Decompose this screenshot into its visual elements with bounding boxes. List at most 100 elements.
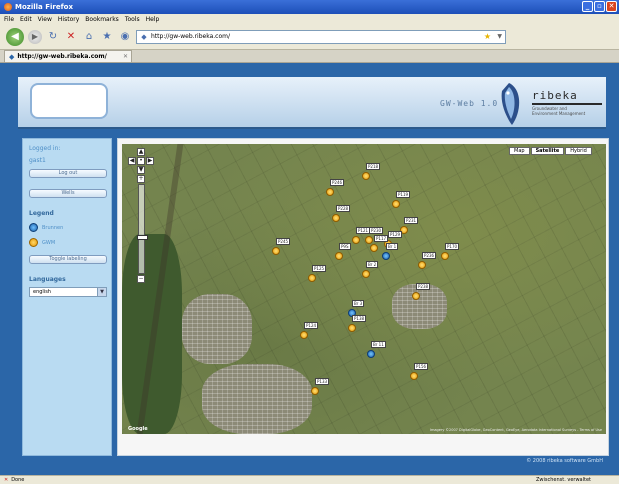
map-marker[interactable] xyxy=(382,252,390,260)
back-button[interactable]: ◀ xyxy=(6,27,24,46)
bookmark-star-icon[interactable]: ★ xyxy=(484,32,491,41)
menu-history[interactable]: History xyxy=(58,16,79,23)
map-marker-label: P245 xyxy=(276,238,291,245)
map-marker-label: Br 1 xyxy=(386,243,399,250)
orange-circle-icon xyxy=(29,238,38,247)
forward-button[interactable]: ▶ xyxy=(28,29,42,44)
satellite-map[interactable]: ▲ ◀ • ▶ ▼ + − Map Satellite Hybrid P218 P… xyxy=(122,144,606,434)
map-marker[interactable] xyxy=(300,331,308,339)
map-type-hybrid-button[interactable]: Hybrid xyxy=(565,147,592,155)
pan-up-button[interactable]: ▲ xyxy=(137,148,145,156)
map-marker[interactable] xyxy=(332,214,340,222)
language-select[interactable]: english ▼ xyxy=(29,287,107,297)
menu-edit[interactable]: Edit xyxy=(20,16,32,23)
map-marker[interactable] xyxy=(311,387,319,395)
pan-left-button[interactable]: ◀ xyxy=(128,157,136,165)
menu-tools[interactable]: Tools xyxy=(125,16,140,23)
map-marker[interactable] xyxy=(412,292,420,300)
map-marker[interactable] xyxy=(308,274,316,282)
url-text: http://gw-web.ribeka.com/ xyxy=(151,33,230,40)
sidebar: Logged in: gast1 Log out Wells Legend Br… xyxy=(22,138,112,456)
window-controls: _ ▫ ✕ xyxy=(582,1,617,12)
map-marker[interactable] xyxy=(362,172,370,180)
map-marker-label: P236 xyxy=(422,252,437,259)
map-marker-label: P124 xyxy=(304,322,319,329)
logout-button[interactable]: Log out xyxy=(29,169,107,178)
map-marker-label: P170 xyxy=(445,243,460,250)
tab-bar: ◆ http://gw-web.ribeka.com/ ✕ xyxy=(0,50,619,63)
map-marker-label: P125 xyxy=(312,265,327,272)
map-marker[interactable] xyxy=(392,200,400,208)
map-type-satellite-button[interactable]: Satellite xyxy=(530,147,565,155)
map-copyright: Imagery ©2007 DigitalGlobe, GeoContent, … xyxy=(429,428,602,432)
logo-box xyxy=(30,83,108,119)
wells-button[interactable]: Wells xyxy=(29,189,107,198)
legend-heading: Legend xyxy=(29,210,54,217)
map-marker[interactable] xyxy=(441,252,449,260)
map-marker[interactable] xyxy=(348,324,356,332)
chevron-down-icon[interactable]: ▼ xyxy=(97,288,106,296)
language-value: english xyxy=(33,289,51,295)
map-marker-label: Br 2 xyxy=(366,261,379,268)
zoom-slider[interactable] xyxy=(137,184,148,274)
menu-bar: File Edit View History Bookmarks Tools H… xyxy=(0,14,619,24)
status-icon: ✕ xyxy=(4,477,9,483)
map-village-area xyxy=(182,294,252,364)
site-icon: ◆ xyxy=(141,32,147,41)
map-marker[interactable] xyxy=(370,244,378,252)
zoom-slider-thumb[interactable] xyxy=(137,235,148,240)
url-dropdown-icon[interactable]: ▼ xyxy=(497,33,502,40)
pan-right-button[interactable]: ▶ xyxy=(146,157,154,165)
map-marker[interactable] xyxy=(367,350,375,358)
status-right-text: Zwischenst. verwaltet xyxy=(535,477,591,483)
legend-label: Brunnen xyxy=(42,224,64,231)
maximize-button[interactable]: ▫ xyxy=(594,1,605,12)
page-header: GW-Web 1.0 ribeka Groundwater and Enviro… xyxy=(18,77,606,129)
pan-down-button[interactable]: ▼ xyxy=(137,166,145,174)
map-type-switcher: Map Satellite Hybrid xyxy=(509,147,592,155)
status-bar: ✕ Done Zwischenst. verwaltet xyxy=(0,475,619,484)
map-marker-label: P230 xyxy=(369,227,384,234)
toggle-labeling-button[interactable]: Toggle labeling xyxy=(29,255,107,264)
url-bar[interactable]: ◆ http://gw-web.ribeka.com/ ★ ▼ xyxy=(136,29,506,44)
reload-icon[interactable]: ↻ xyxy=(46,30,60,44)
stop-icon[interactable]: ✕ xyxy=(64,30,78,44)
brand-underline xyxy=(532,103,602,105)
map-marker[interactable] xyxy=(362,270,370,278)
pan-center-button[interactable]: • xyxy=(137,157,145,165)
map-marker[interactable] xyxy=(352,236,360,244)
blue-circle-icon xyxy=(29,223,38,232)
map-marker[interactable] xyxy=(418,261,426,269)
map-marker-label: P133 xyxy=(315,378,330,385)
minimize-button[interactable]: _ xyxy=(582,1,593,12)
menu-file[interactable]: File xyxy=(4,16,14,23)
zoom-out-button[interactable]: − xyxy=(137,275,145,283)
menu-help[interactable]: Help xyxy=(146,16,160,23)
tab-close-icon[interactable]: ✕ xyxy=(123,53,128,60)
menu-bookmarks[interactable]: Bookmarks xyxy=(85,16,119,23)
go-icon[interactable]: ◉ xyxy=(118,30,132,44)
legend-label: GWM xyxy=(42,239,56,246)
map-type-map-button[interactable]: Map xyxy=(509,147,530,155)
page-footer: © 2008 ribeka software GmbH xyxy=(117,456,609,466)
bookmark-add-icon[interactable]: ★ xyxy=(100,30,114,44)
product-name: GW-Web 1.0 xyxy=(440,99,499,108)
map-marker-label: P218 xyxy=(366,163,381,170)
map-marker-label: P238 xyxy=(416,283,431,290)
map-marker-label: P117 xyxy=(374,235,389,242)
username: gast1 xyxy=(29,157,46,164)
map-marker[interactable] xyxy=(335,252,343,260)
map-marker[interactable] xyxy=(365,236,373,244)
map-marker-label: P129 xyxy=(388,231,403,238)
map-village-area xyxy=(392,284,447,329)
close-button[interactable]: ✕ xyxy=(606,1,617,12)
map-marker[interactable] xyxy=(272,247,280,255)
home-icon[interactable]: ⌂ xyxy=(82,30,96,44)
page-viewport: GW-Web 1.0 ribeka Groundwater and Enviro… xyxy=(0,63,619,475)
zoom-in-button[interactable]: + xyxy=(137,175,145,183)
map-marker[interactable] xyxy=(410,372,418,380)
map-marker-label: P246 xyxy=(330,179,345,186)
menu-view[interactable]: View xyxy=(38,16,52,23)
map-marker[interactable] xyxy=(326,188,334,196)
tab-active[interactable]: ◆ http://gw-web.ribeka.com/ ✕ xyxy=(4,50,132,62)
